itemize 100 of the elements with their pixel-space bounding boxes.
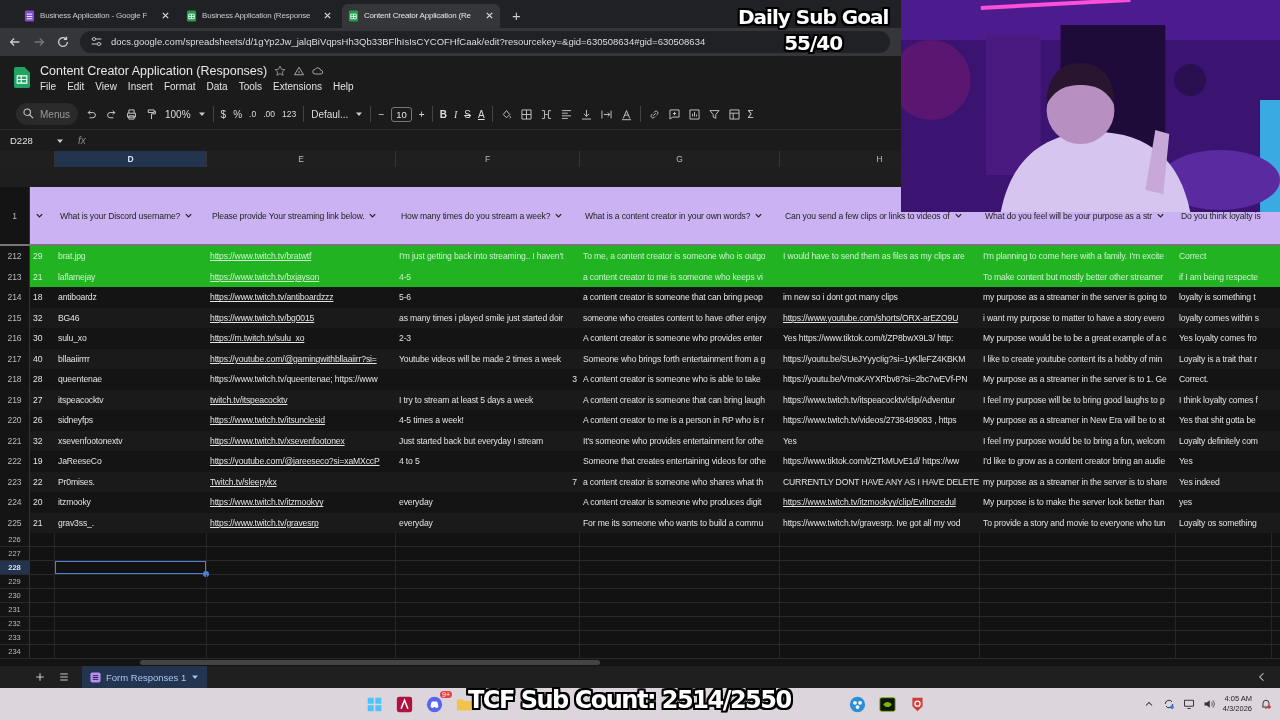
undo-icon[interactable] xyxy=(85,107,98,121)
menu-item[interactable]: Help xyxy=(332,80,354,92)
star-icon[interactable] xyxy=(274,64,287,77)
row-number[interactable]: 221 xyxy=(0,430,30,452)
vertical-align-icon[interactable] xyxy=(579,107,593,121)
shield-icon[interactable] xyxy=(909,695,926,713)
menu-icon[interactable] xyxy=(58,671,70,684)
percent-button[interactable]: % xyxy=(233,108,243,120)
chevron-icon[interactable] xyxy=(554,211,564,221)
menu-item[interactable]: Edit xyxy=(67,80,85,92)
menu-item[interactable]: Tools xyxy=(238,80,263,92)
row-number[interactable]: 212 xyxy=(0,246,30,267)
row-number[interactable]: 223 xyxy=(0,471,30,493)
link-cell[interactable]: https://www.twitch.tv/itzmookyy/clip/EvilIncredul xyxy=(783,497,956,508)
browser-tab[interactable]: Content Creator Application (Re xyxy=(342,3,500,28)
font-size-decrease-button[interactable]: − xyxy=(378,108,385,120)
chat-app-icon[interactable] xyxy=(426,695,443,713)
link-cell[interactable]: https://www.twitch.tv/bg0015 xyxy=(210,312,315,323)
align-left-icon[interactable] xyxy=(559,107,573,121)
notification-bell-icon[interactable] xyxy=(1260,698,1272,711)
column-letter[interactable]: F xyxy=(484,154,491,165)
app-icon[interactable] xyxy=(396,695,413,713)
column-letter[interactable]: E xyxy=(298,154,304,165)
row-number[interactable]: 215 xyxy=(0,307,30,329)
chevron-icon[interactable] xyxy=(754,211,764,221)
redo-icon[interactable] xyxy=(105,107,118,121)
sheet-tab[interactable]: Form Responses 1 xyxy=(82,666,208,689)
fill-color-icon[interactable] xyxy=(499,107,513,121)
link-cell[interactable]: https://www.twitch.tv/antiboardzzz xyxy=(210,292,334,303)
close-icon[interactable] xyxy=(323,11,332,21)
link-cell[interactable]: https://youtube.com/@gamingwithbllaaiirr?si= xyxy=(210,353,377,364)
selected-cell[interactable] xyxy=(55,561,206,575)
bold-button[interactable]: B xyxy=(439,108,447,120)
paint-format-icon[interactable] xyxy=(145,107,158,121)
column-letter[interactable]: H xyxy=(876,154,883,165)
chevron-icon[interactable] xyxy=(953,211,963,221)
browser-tab[interactable]: Business Application - Google F xyxy=(18,3,176,28)
close-icon[interactable] xyxy=(161,11,170,21)
text-rotate-icon[interactable] xyxy=(619,107,633,121)
row-number[interactable]: 225 xyxy=(0,512,30,534)
menu-item[interactable]: Data xyxy=(206,80,228,92)
chevron-icon[interactable] xyxy=(35,211,44,221)
row-number[interactable]: 1 xyxy=(0,187,30,245)
menu-item[interactable]: Extensions xyxy=(273,80,322,92)
chevron-icon[interactable] xyxy=(1156,211,1165,221)
link-cell[interactable]: https://www.twitch.tv/gravesrp xyxy=(210,517,319,528)
link-cell[interactable]: https://m.twitch.tv/sulu_xo xyxy=(210,333,305,344)
reload-icon[interactable] xyxy=(56,34,70,49)
chevron-icon[interactable] xyxy=(184,211,194,221)
text-color-button[interactable]: A xyxy=(477,108,485,120)
number-format-button[interactable]: 123 xyxy=(281,109,297,120)
name-box[interactable]: D228 xyxy=(10,135,42,147)
filter-icon[interactable] xyxy=(707,107,721,121)
link-cell[interactable]: https://www.youtube.com/shorts/ORX-arEZO9U xyxy=(783,312,959,323)
menu-item[interactable]: Format xyxy=(163,80,196,92)
horizontal-scrollbar[interactable] xyxy=(140,660,600,666)
chevron-icon[interactable] xyxy=(368,211,378,221)
menus-search-field[interactable]: Menus xyxy=(16,103,78,126)
row-number[interactable]: 213 xyxy=(0,266,30,288)
borders-icon[interactable] xyxy=(519,107,533,121)
row-number[interactable]: 217 xyxy=(0,348,30,370)
windows-start-icon[interactable] xyxy=(366,695,383,713)
close-icon[interactable] xyxy=(485,11,494,21)
document-title[interactable]: Content Creator Application (Responses) xyxy=(40,63,268,78)
link-cell[interactable]: https://youtube.com/@jareeseco?si=xaMXccP xyxy=(210,456,380,467)
comment-icon[interactable] xyxy=(667,107,681,121)
font-size-field[interactable]: 10 xyxy=(391,106,412,122)
zoom-dropdown[interactable]: 100% xyxy=(165,108,191,120)
browser-tab[interactable]: Business Application (Response xyxy=(180,3,338,28)
menu-item[interactable]: Insert xyxy=(127,80,153,92)
font-size-increase-button[interactable]: + xyxy=(418,108,425,120)
column-letter[interactable]: D xyxy=(127,154,134,165)
menu-item[interactable]: File xyxy=(40,80,57,92)
merge-icon[interactable] xyxy=(539,107,553,121)
add-sheet-icon[interactable] xyxy=(34,671,46,684)
menu-item[interactable]: View xyxy=(95,80,117,92)
monitor-icon[interactable] xyxy=(1182,698,1195,711)
font-dropdown[interactable]: Defaul... xyxy=(311,108,349,120)
link-cell[interactable]: twitch.tv/itspeacocktv xyxy=(210,394,288,405)
sync-icon[interactable] xyxy=(1162,698,1175,711)
print-icon[interactable] xyxy=(125,107,138,121)
row-number[interactable]: 219 xyxy=(0,389,30,411)
link-cell[interactable]: https://www.twitch.tv/itsunclesid xyxy=(210,415,325,426)
chart-icon[interactable] xyxy=(687,107,701,121)
strikethrough-button[interactable]: S xyxy=(464,108,471,120)
column-letter[interactable]: G xyxy=(676,154,683,165)
app-icon[interactable] xyxy=(879,695,896,713)
currency-button[interactable]: $ xyxy=(220,108,227,120)
volume-icon[interactable] xyxy=(1202,698,1215,711)
italic-button[interactable]: I xyxy=(453,108,458,120)
link-icon[interactable] xyxy=(647,107,661,121)
new-tab-button[interactable]: + xyxy=(504,6,529,28)
increase-decimals-button[interactable]: .00 xyxy=(263,109,275,120)
link-cell[interactable]: Twitch.tv/sleepykx xyxy=(210,476,277,487)
site-settings-icon[interactable] xyxy=(90,35,103,49)
sheets-logo-icon[interactable] xyxy=(14,67,30,89)
link-cell[interactable]: https://www.twitch.tv/itzmookyy xyxy=(210,497,324,508)
cloud-icon[interactable] xyxy=(312,64,325,77)
decrease-decimals-button[interactable]: .0 xyxy=(249,109,257,120)
link-cell[interactable]: https://www.twitch.tv/xsevenfootonex xyxy=(210,435,345,446)
